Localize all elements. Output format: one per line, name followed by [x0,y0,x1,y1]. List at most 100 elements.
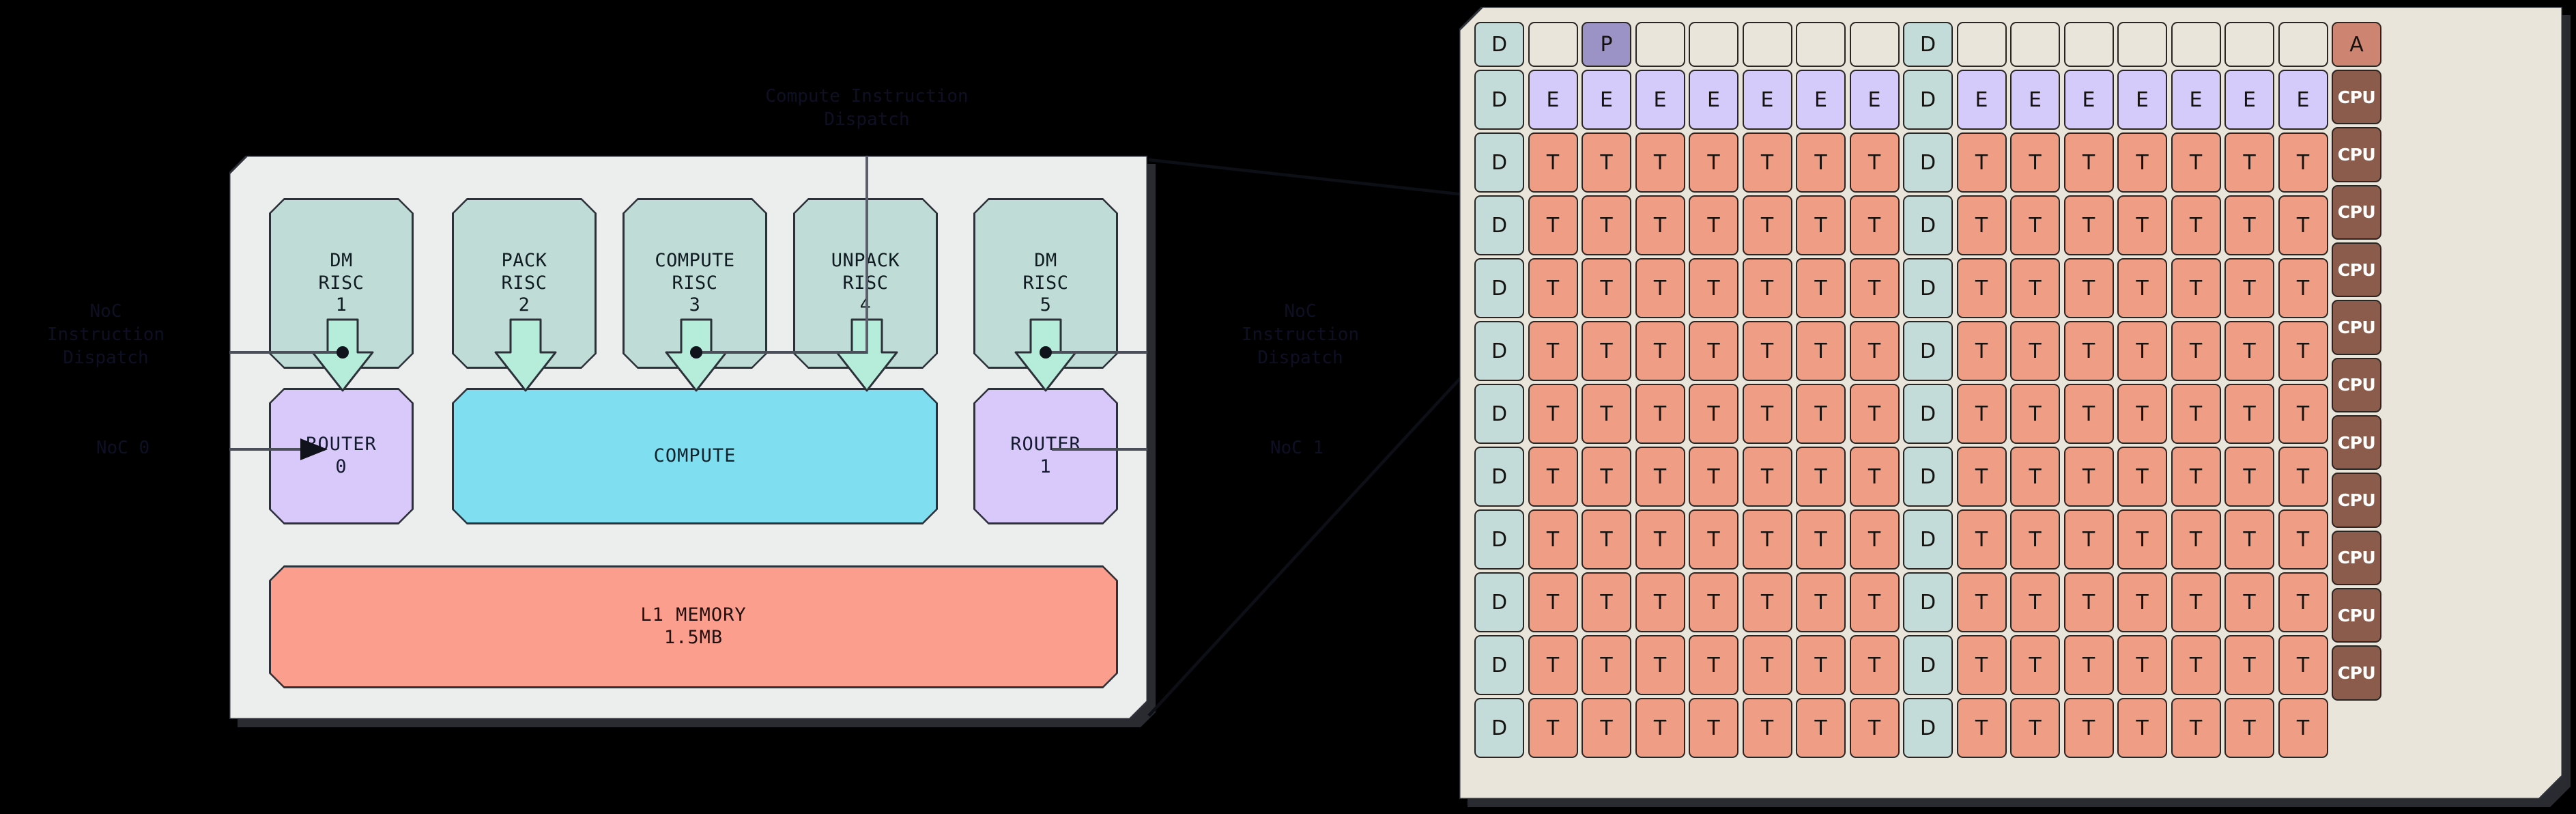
tensix-cell[interactable]: T [2171,195,2221,255]
cpu-cell[interactable]: CPU [2332,645,2381,701]
dm-risc-1-block[interactable]: DM RISC 1 [269,198,414,369]
ethernet-cell[interactable]: E [1849,70,1900,130]
cpu-cell[interactable]: CPU [2332,357,2381,412]
tensix-cell[interactable]: T [2171,132,2221,193]
tensix-cell[interactable]: T [1849,132,1900,193]
tensix-cell[interactable]: T [1849,321,1900,381]
tensix-cell[interactable]: T [2224,572,2274,632]
tensix-cell[interactable]: T [1689,384,1738,444]
tensix-cell[interactable]: T [2171,698,2221,758]
tensix-cell[interactable]: T [1689,321,1738,381]
tensix-cell[interactable]: T [2117,195,2167,255]
tensix-cell[interactable]: T [2117,132,2167,193]
ethernet-cell[interactable]: E [1582,70,1631,130]
ethernet-cell[interactable]: E [1956,70,2007,130]
tensix-cell[interactable]: T [1635,447,1685,507]
tensix-cell[interactable]: T [2278,321,2328,381]
tensix-cell[interactable]: T [1742,195,1792,255]
tensix-cell[interactable]: T [2171,321,2221,381]
dram-cell[interactable]: D [1903,509,1953,570]
tensix-cell[interactable]: T [2278,698,2328,758]
dram-cell[interactable]: D [1474,447,1524,507]
tensix-cell[interactable]: T [1689,132,1738,193]
tensix-cell[interactable]: T [2117,447,2167,507]
dram-cell[interactable]: D [1903,258,1953,318]
tensix-cell[interactable]: T [1528,321,1578,381]
dram-cell[interactable]: D [1474,509,1524,570]
dram-cell[interactable]: D [1474,321,1524,381]
tensix-cell[interactable]: T [2278,635,2328,695]
dram-cell[interactable]: D [1474,384,1524,444]
tensix-cell[interactable]: T [2010,572,2060,632]
dram-cell[interactable]: D [1903,698,1953,758]
tensix-cell[interactable]: T [1582,258,1631,318]
dram-cell[interactable]: D [1903,384,1953,444]
tensix-cell[interactable]: T [2063,447,2114,507]
tensix-cell[interactable]: T [1528,572,1578,632]
tensix-cell[interactable]: T [1849,572,1900,632]
tensix-cell[interactable]: T [1635,384,1685,444]
compute-risc-3-block[interactable]: COMPUTE RISC 3 [622,198,767,369]
tensix-cell[interactable]: T [2171,635,2221,695]
dram-cell[interactable]: D [1474,22,1524,67]
router-1-block[interactable]: ROUTER 1 [973,388,1118,524]
tensix-cell[interactable]: T [1689,447,1738,507]
tensix-cell[interactable]: T [1582,698,1631,758]
tensix-cell[interactable]: T [2010,447,2060,507]
l1-memory-block[interactable]: L1 MEMORY 1.5MB [269,565,1118,688]
tensix-cell[interactable]: T [2224,635,2274,695]
tensix-cell[interactable]: T [1956,195,2007,255]
tensix-cell[interactable]: T [2010,321,2060,381]
tensix-cell[interactable]: T [2171,572,2221,632]
tensix-cell[interactable]: T [2224,132,2274,193]
tensix-cell[interactable]: T [2010,698,2060,758]
tensix-cell[interactable]: T [1582,132,1631,193]
tensix-cell[interactable]: T [2010,195,2060,255]
cpu-cell[interactable]: CPU [2332,242,2381,298]
tensix-cell[interactable]: T [2010,509,2060,570]
tensix-cell[interactable]: T [1796,321,1846,381]
tensix-cell[interactable]: T [1742,635,1792,695]
tensix-cell[interactable]: T [1635,321,1685,381]
tensix-cell[interactable]: T [2171,509,2221,570]
dm-risc-5-block[interactable]: DM RISC 5 [973,198,1118,369]
dram-cell[interactable]: D [1474,195,1524,255]
tensix-cell[interactable]: T [1956,321,2007,381]
cpu-cell[interactable]: CPU [2332,184,2381,240]
tensix-cell[interactable]: T [2224,195,2274,255]
tensix-cell[interactable]: T [1582,195,1631,255]
tensix-cell[interactable]: T [1582,509,1631,570]
tensix-cell[interactable]: T [2117,258,2167,318]
tensix-cell[interactable]: T [2063,572,2114,632]
tensix-cell[interactable]: T [2117,384,2167,444]
tensix-cell[interactable]: T [1796,384,1846,444]
tensix-cell[interactable]: T [2278,132,2328,193]
tensix-cell[interactable]: T [2224,698,2274,758]
dram-cell[interactable]: D [1474,572,1524,632]
tensix-cell[interactable]: T [1742,132,1792,193]
tensix-cell[interactable]: T [2063,258,2114,318]
tensix-cell[interactable]: T [2010,635,2060,695]
tensix-cell[interactable]: T [1528,447,1578,507]
tensix-cell[interactable]: T [1635,509,1685,570]
ethernet-cell[interactable]: E [1528,70,1578,130]
tensix-cell[interactable]: T [1689,258,1738,318]
tensix-cell[interactable]: T [2224,321,2274,381]
tensix-cell[interactable]: T [1528,635,1578,695]
tensix-cell[interactable]: T [1956,572,2007,632]
tensix-cell[interactable]: T [2278,384,2328,444]
router-0-block[interactable]: ROUTER 0 [269,388,414,524]
tensix-cell[interactable]: T [2224,447,2274,507]
cpu-cell[interactable]: CPU [2332,127,2381,182]
dram-cell[interactable]: D [1903,572,1953,632]
tensix-cell[interactable]: T [1956,258,2007,318]
tensix-cell[interactable]: T [1742,698,1792,758]
tensix-cell[interactable]: T [1635,572,1685,632]
tensix-cell[interactable]: T [1582,384,1631,444]
ethernet-cell[interactable]: E [2171,70,2221,130]
tensix-cell[interactable]: T [2171,258,2221,318]
pcie-cell[interactable]: P [1582,22,1631,67]
tensix-cell[interactable]: T [2117,572,2167,632]
tensix-cell[interactable]: T [1528,509,1578,570]
tensix-cell[interactable]: T [1849,447,1900,507]
